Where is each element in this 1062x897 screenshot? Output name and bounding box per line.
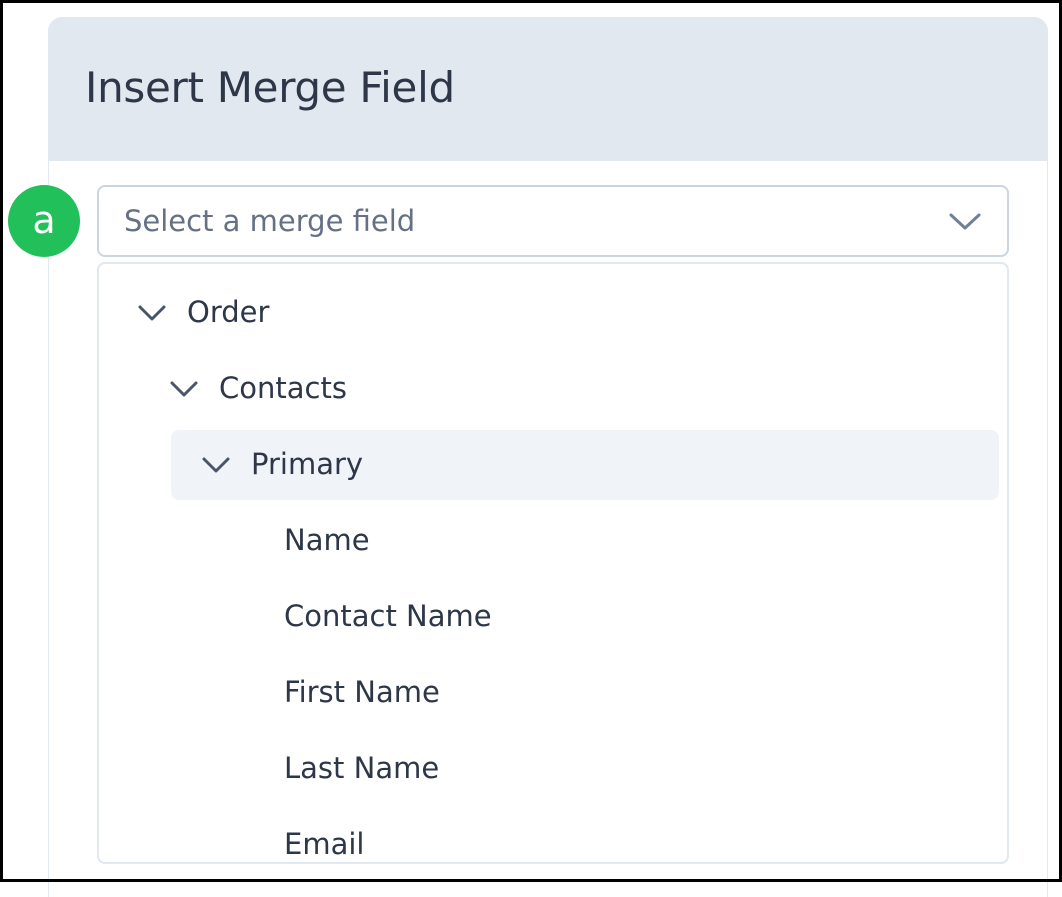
step-badge: a: [8, 185, 80, 257]
chevron-down-icon[interactable]: [201, 454, 231, 476]
merge-field-last-name[interactable]: Last Name: [99, 734, 1007, 806]
dialog-title: Insert Merge Field: [85, 63, 455, 112]
merge-field-label: Email: [284, 827, 365, 861]
merge-field-contact-name[interactable]: Contact Name: [99, 582, 1007, 654]
select-placeholder: Select a merge field: [124, 204, 416, 238]
dialog-header: Insert Merge Field: [49, 17, 1047, 161]
merge-field-name[interactable]: Name: [99, 506, 1007, 578]
merge-field-label: Contact Name: [284, 599, 492, 633]
merge-field-label: First Name: [284, 675, 440, 709]
merge-field-label: Name: [284, 523, 370, 557]
merge-field-dropdown[interactable]: Order Contacts Primary Name Contact Name…: [97, 262, 1009, 864]
chevron-down-icon[interactable]: [947, 209, 983, 233]
chevron-down-icon[interactable]: [137, 302, 167, 324]
merge-field-label: Last Name: [284, 751, 440, 785]
tree-item-label: Contacts: [219, 371, 347, 405]
merge-field-first-name[interactable]: First Name: [99, 658, 1007, 730]
tree-item-label: Primary: [251, 447, 364, 481]
merge-field-email[interactable]: Email: [99, 810, 1007, 862]
chevron-down-icon[interactable]: [169, 378, 199, 400]
merge-field-select[interactable]: Select a merge field: [97, 185, 1009, 257]
tree-item-label: Order: [187, 295, 270, 329]
tree-item-primary[interactable]: Primary: [99, 428, 1007, 500]
tree-item-order[interactable]: Order: [99, 278, 1007, 350]
tree-item-contacts[interactable]: Contacts: [99, 354, 1007, 426]
